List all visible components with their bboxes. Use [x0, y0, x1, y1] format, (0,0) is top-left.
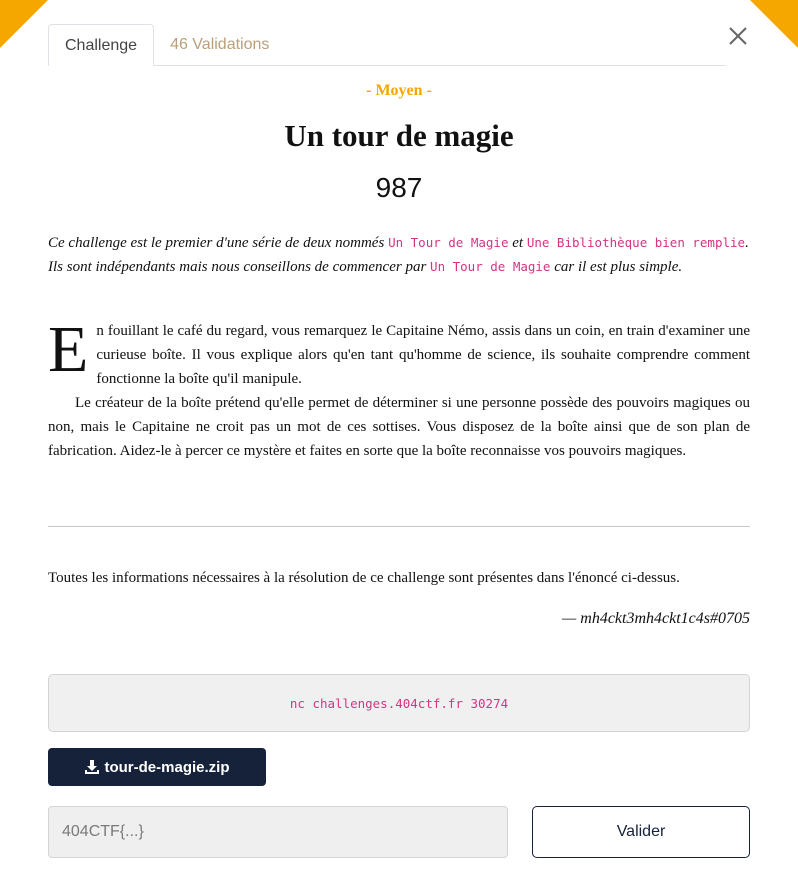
- download-label: tour-de-magie.zip: [104, 758, 230, 776]
- intro-code-tour-de-magie: Un Tour de Magie: [388, 235, 509, 250]
- download-icon: [85, 760, 100, 774]
- download-button[interactable]: tour-de-magie.zip: [48, 748, 266, 786]
- challenge-points: 987: [375, 172, 423, 203]
- difficulty-label: - Moyen -: [366, 82, 432, 99]
- divider: [48, 526, 750, 527]
- challenge-title: Un tour de magie: [284, 118, 514, 153]
- author-signature: — mh4ckt3mh4ckt1c4s#0705: [562, 610, 750, 627]
- challenge-story: En fouillant le café du regard, vous rem…: [48, 313, 750, 463]
- close-button[interactable]: [724, 22, 752, 50]
- tab-challenge[interactable]: Challenge: [48, 24, 155, 66]
- story-paragraph-2: Le créateur de la boîte prétend qu'elle …: [48, 395, 750, 459]
- intro-code-bibliotheque: Une Bibliothèque bien remplie: [526, 235, 746, 250]
- intro-text-2: et: [508, 235, 527, 251]
- tab-bar: Challenge 46 Validations: [48, 24, 726, 66]
- submit-button[interactable]: Valider: [532, 806, 750, 858]
- corner-ribbon-left: [0, 0, 48, 48]
- tab-validations[interactable]: 46 Validations: [154, 24, 285, 65]
- flag-input[interactable]: [48, 806, 508, 858]
- intro-code-tour-de-magie-2: Un Tour de Magie: [430, 259, 551, 274]
- close-icon: [729, 27, 747, 45]
- story-text-1: n fouillant le café du regard, vous rema…: [96, 323, 750, 387]
- intro-text-4: car il est plus simple.: [550, 259, 683, 275]
- drop-cap: E: [48, 313, 89, 386]
- connection-command[interactable]: nc challenges.404ctf.fr 30274: [290, 696, 508, 711]
- intro-text-1: Ce challenge est le premier d'une série …: [48, 235, 389, 251]
- challenge-intro: Ce challenge est le premier d'une série …: [48, 231, 750, 279]
- info-text: Toutes les informations nécessaires à la…: [48, 570, 680, 586]
- connection-command-box: nc challenges.404ctf.fr 30274: [48, 674, 750, 732]
- story-paragraph-1: En fouillant le café du regard, vous rem…: [48, 313, 750, 391]
- corner-ribbon-right: [750, 0, 798, 48]
